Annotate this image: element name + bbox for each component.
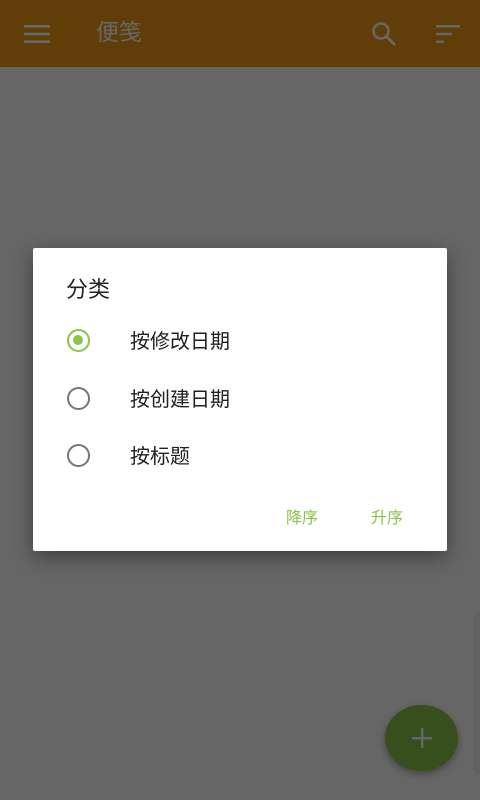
dialog-title: 分类 [66,278,111,303]
option-modified-date[interactable]: 按修改日期 [33,315,447,371]
radio-unchecked-icon[interactable] [67,444,90,467]
option-title[interactable]: 按标题 [33,430,447,486]
ascending-button[interactable]: 升序 [363,503,411,533]
option-label: 按创建日期 [130,387,230,411]
option-label: 按修改日期 [130,329,230,353]
option-created-date[interactable]: 按创建日期 [33,373,447,429]
radio-checked-icon[interactable] [67,329,90,352]
descending-button[interactable]: 降序 [278,503,326,533]
option-label: 按标题 [130,444,190,468]
sort-dialog: 分类 按修改日期 按创建日期 按标题 降序 升序 [33,248,447,551]
radio-unchecked-icon[interactable] [67,387,90,410]
screen: 便笺 分类 按修改日期 [0,0,480,800]
radio-dot [73,335,83,345]
